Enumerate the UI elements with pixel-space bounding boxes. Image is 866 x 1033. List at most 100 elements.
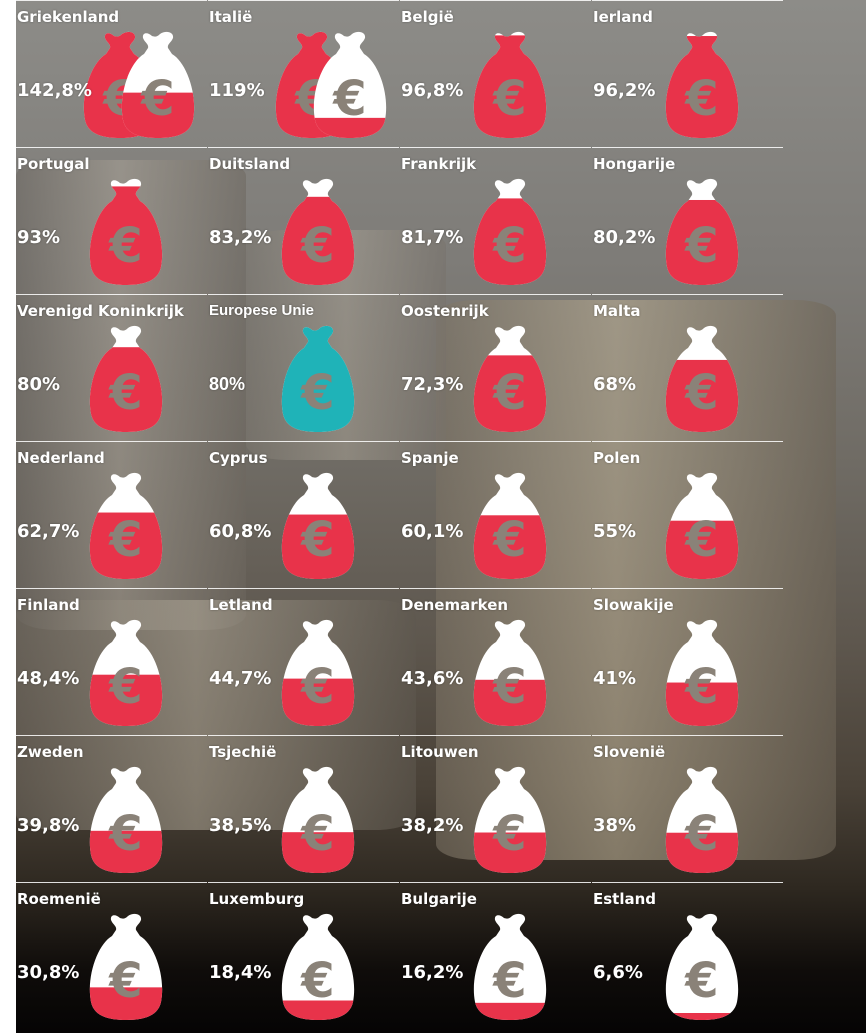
divider [16, 147, 207, 148]
debt-value: 83,2% [209, 227, 272, 248]
euro-sign: € [492, 512, 526, 568]
debt-value: 93% [17, 227, 61, 248]
country-name: Denemarken [401, 596, 509, 614]
country-name: Bulgarije [401, 890, 477, 908]
country-cell: Portugal €93% [16, 147, 207, 294]
divider [592, 588, 783, 589]
country-cell: Finland €48,4% [16, 588, 207, 735]
country-name: Nederland [17, 449, 105, 467]
country-cell: Slowakije €41% [592, 588, 783, 735]
country-name: Letland [209, 596, 273, 614]
divider [400, 147, 591, 148]
country-cell: Italië € €119% [208, 0, 399, 147]
country-cell: Roemenië €30,8% [16, 882, 207, 1029]
money-bag-euro-icon: € [472, 472, 548, 581]
country-name: Griekenland [17, 8, 120, 26]
money-bag-euro-icon: € [120, 31, 196, 140]
country-name: Zweden [17, 743, 84, 761]
euro-sign: € [684, 659, 718, 715]
euro-sign: € [492, 365, 526, 421]
money-bag-euro-icon: € [88, 472, 164, 581]
country-cell: Duitsland €83,2% [208, 147, 399, 294]
country-name: Oostenrijk [401, 302, 489, 320]
country-cell: Litouwen €38,2% [400, 735, 591, 882]
divider [208, 588, 399, 589]
country-cell: Spanje €60,1% [400, 441, 591, 588]
euro-sign: € [140, 71, 174, 127]
euro-sign: € [684, 953, 718, 1009]
debt-value: 80% [17, 374, 61, 395]
divider [400, 588, 591, 589]
country-cell: Letland €44,7% [208, 588, 399, 735]
debt-value: 38% [593, 815, 637, 836]
euro-sign: € [492, 953, 526, 1009]
divider [592, 294, 783, 295]
country-cell: Nederland €62,7% [16, 441, 207, 588]
country-cell: Tsjechië €38,5% [208, 735, 399, 882]
country-cell: Griekenland € €142,8% [16, 0, 207, 147]
country-name: Tsjechië [209, 743, 277, 761]
country-name: Spanje [401, 449, 459, 467]
divider [592, 147, 783, 148]
divider [208, 882, 399, 883]
debt-value: 68% [593, 374, 637, 395]
debt-value: 18,4% [209, 962, 272, 983]
divider [16, 882, 207, 883]
debt-value: 142,8% [17, 80, 92, 101]
money-bag-euro-icon: € [280, 766, 356, 875]
divider [16, 735, 207, 736]
debt-value: 44,7% [209, 668, 272, 689]
country-cell: Verenigd Koninkrijk €80% [16, 294, 207, 441]
euro-sign: € [300, 953, 334, 1009]
euro-sign: € [684, 71, 718, 127]
euro-sign: € [492, 659, 526, 715]
country-name: Malta [593, 302, 641, 320]
country-cell: Polen €55% [592, 441, 783, 588]
debt-value: 55% [593, 521, 637, 542]
money-bag-euro-icon: € [472, 619, 548, 728]
euro-sign: € [492, 218, 526, 274]
money-bag-euro-icon: € [312, 31, 388, 140]
euro-sign: € [300, 218, 334, 274]
country-cell: Oostenrijk €72,3% [400, 294, 591, 441]
country-name: Italië [209, 8, 253, 26]
money-bag-euro-icon: € [88, 178, 164, 287]
divider [16, 294, 207, 295]
money-bag-euro-icon: € [280, 472, 356, 581]
divider [400, 294, 591, 295]
money-bag-euro-icon: € [664, 178, 740, 287]
money-bag-euro-icon: € [472, 178, 548, 287]
euro-sign: € [108, 512, 142, 568]
country-name: Roemenië [17, 890, 101, 908]
country-name: Luxemburg [209, 890, 305, 908]
debt-value: 81,7% [401, 227, 464, 248]
country-cell: Denemarken €43,6% [400, 588, 591, 735]
country-name: Litouwen [401, 743, 479, 761]
euro-sign: € [332, 71, 366, 127]
country-name: Frankrijk [401, 155, 477, 173]
money-bag-euro-icon: € [664, 31, 740, 140]
country-cell: Bulgarije €16,2% [400, 882, 591, 1029]
money-bag-euro-icon: € [280, 913, 356, 1022]
money-bag-euro-icon: € [280, 178, 356, 287]
divider [592, 735, 783, 736]
debt-value: 38,2% [401, 815, 464, 836]
euro-sign: € [108, 365, 142, 421]
country-cell: Cyprus €60,8% [208, 441, 399, 588]
debt-value: 96,2% [593, 80, 656, 101]
money-bag-euro-icon: € [664, 325, 740, 434]
euro-sign: € [684, 806, 718, 862]
divider [400, 735, 591, 736]
money-bag-euro-icon: € [664, 472, 740, 581]
money-bag-euro-icon: € [664, 766, 740, 875]
divider [592, 0, 783, 1]
euro-sign: € [108, 806, 142, 862]
divider [208, 0, 399, 1]
money-bag-euro-icon: € [280, 325, 356, 434]
debt-value: 41% [593, 668, 637, 689]
country-cell: Malta €68% [592, 294, 783, 441]
money-bag-euro-icon: € [664, 619, 740, 728]
euro-sign: € [492, 806, 526, 862]
euro-sign: € [108, 218, 142, 274]
euro-sign: € [684, 365, 718, 421]
